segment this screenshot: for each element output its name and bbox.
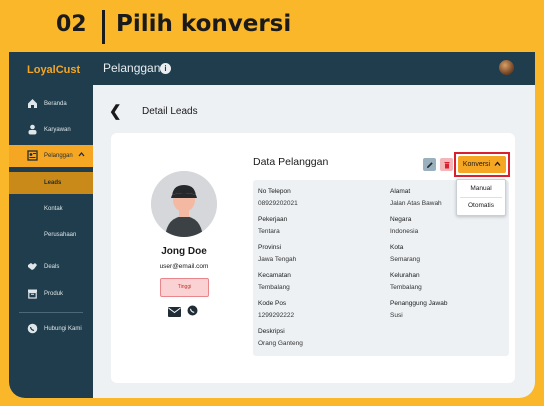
edit-button[interactable] (423, 158, 436, 171)
step-title: Pilih konversi (116, 11, 292, 37)
field-label: Kode Pos (258, 300, 287, 307)
app-window: LoyalCust Pelanggan i Beranda Karyawan P… (9, 52, 535, 398)
delete-button[interactable] (440, 158, 453, 171)
field-value: Jawa Tengah (258, 256, 297, 263)
sidebar-subitem-leads[interactable]: Leads (9, 172, 93, 194)
step-banner: 02 Pilih konversi (0, 0, 544, 52)
field-value: Jalan Atas Bawah (390, 200, 442, 207)
priority-badge: Tinggi (160, 278, 209, 297)
top-bar: LoyalCust Pelanggan i (9, 52, 535, 85)
dropdown-option-manual[interactable]: Manual (457, 181, 505, 197)
back-button[interactable]: ❮ (109, 102, 122, 120)
customer-icon (27, 150, 38, 161)
box-icon (27, 288, 38, 299)
sidebar-item-label: Karyawan (44, 127, 71, 133)
field-label: Negara (390, 216, 412, 223)
sidebar-item-deals[interactable]: Deals (9, 256, 93, 278)
profile-email: user@email.com (159, 263, 209, 270)
sidebar: Beranda Karyawan Pelanggan Leads Kontak … (9, 85, 93, 398)
whatsapp-icon[interactable] (187, 303, 198, 316)
field-value: Susi (390, 312, 403, 319)
step-divider (102, 10, 105, 44)
user-avatar[interactable] (499, 60, 514, 75)
profile-name: Jong Doe (161, 246, 207, 257)
tutorial-frame: 02 Pilih konversi LoyalCust Pelanggan i … (0, 0, 544, 406)
detail-card: Jong Doe user@email.com Tinggi Data Pela… (111, 133, 515, 383)
page-title: Detail Leads (142, 106, 198, 117)
home-icon (27, 98, 38, 109)
field-label: Alamat (390, 188, 411, 195)
field-value: Semarang (390, 256, 420, 263)
chevron-up-icon (494, 160, 501, 169)
dropdown-option-otomatis[interactable]: Otomatis (457, 198, 505, 214)
field-label: No Telepon (258, 188, 291, 195)
field-value: Tembalang (258, 284, 290, 291)
sidebar-item-karyawan[interactable]: Karyawan (9, 119, 93, 141)
sidebar-item-label: Pelanggan (44, 153, 73, 159)
section-title: Data Pelanggan (253, 156, 329, 168)
sidebar-item-pelanggan[interactable]: Pelanggan (9, 145, 93, 167)
field-label: Kota (390, 244, 404, 251)
handshake-icon (27, 261, 38, 272)
trash-icon (443, 156, 451, 174)
field-value: 1299292222 (258, 312, 295, 319)
sidebar-subitem-kontak[interactable]: Kontak (9, 198, 93, 220)
chat-icon (27, 323, 38, 334)
field-value: Tentara (258, 228, 280, 235)
field-label: Penanggung Jawab (390, 300, 448, 307)
sidebar-divider (19, 312, 83, 313)
users-icon (27, 124, 38, 135)
sidebar-item-hubungi-kami[interactable]: Hubungi Kami (9, 318, 93, 340)
field-value: Indonesia (390, 228, 419, 235)
info-icon[interactable]: i (160, 63, 171, 74)
pencil-icon (426, 156, 434, 174)
field-label: Pekerjaan (258, 216, 288, 223)
field-label: Provinsi (258, 244, 282, 251)
konversi-dropdown: Manual Otomatis (456, 179, 506, 216)
sidebar-subitem-perusahaan[interactable]: Perusahaan (9, 224, 93, 246)
step-number: 02 (56, 12, 87, 37)
mail-icon[interactable] (168, 304, 181, 317)
sidebar-item-label: Kontak (44, 206, 63, 212)
chevron-up-icon (78, 151, 85, 160)
sidebar-item-label: Hubungi Kami (44, 326, 82, 332)
field-label: Kelurahan (390, 272, 420, 279)
topbar-title: Pelanggan (103, 61, 161, 75)
konversi-button[interactable]: Konversi (458, 156, 506, 173)
field-value: 08929202021 (258, 200, 298, 207)
sidebar-item-label: Leads (44, 180, 62, 186)
app-logo[interactable]: LoyalCust (27, 64, 80, 76)
profile-avatar (151, 171, 217, 237)
field-value: Tembalang (390, 284, 422, 291)
field-label: Deskripsi (258, 328, 285, 335)
sidebar-item-label: Deals (44, 264, 60, 270)
sidebar-item-produk[interactable]: Produk (9, 283, 93, 305)
sidebar-item-label: Produk (44, 291, 64, 297)
sidebar-item-label: Beranda (44, 101, 67, 107)
sidebar-item-label: Perusahaan (44, 232, 77, 238)
field-label: Kecamatan (258, 272, 291, 279)
sidebar-item-beranda[interactable]: Beranda (9, 93, 93, 115)
field-value: Orang Ganteng (258, 340, 303, 347)
konversi-label: Konversi (462, 161, 491, 168)
